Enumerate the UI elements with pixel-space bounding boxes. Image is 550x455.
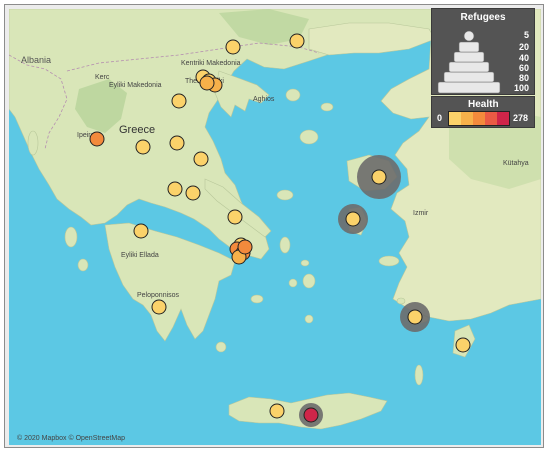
label-eyliki-ellada: Eyliki Ellada — [121, 252, 159, 259]
legend-refugees-swatch — [437, 81, 501, 94]
marker-ioannina[interactable] — [89, 131, 105, 147]
legend-refugees-swatch — [443, 71, 495, 83]
health-dot[interactable] — [455, 337, 471, 353]
legend-health-swatch — [473, 112, 485, 125]
label-athos: Aghios — [253, 96, 275, 103]
label-greece: Greece — [119, 124, 155, 136]
health-dot[interactable] — [89, 131, 105, 147]
health-dot[interactable] — [303, 407, 319, 423]
land-naxos — [302, 273, 316, 289]
legend-health: Health 0 278 — [431, 96, 535, 128]
land-kythira — [215, 341, 227, 353]
marker-heraklion[interactable] — [299, 403, 323, 427]
label-kentriki-makedonia: Kentriki Makedonia — [181, 60, 241, 67]
health-dot[interactable] — [269, 403, 285, 419]
land-mykonos — [300, 259, 310, 267]
health-dot[interactable] — [225, 39, 241, 55]
land-milos — [250, 294, 264, 304]
land-karpathos — [414, 364, 424, 386]
legend-refugees-swatch — [458, 41, 480, 53]
marker-samos-kos[interactable] — [400, 302, 430, 332]
legend-health-swatch — [449, 112, 461, 125]
label-kerc: Kerc — [95, 74, 110, 81]
legend-health-swatch — [461, 112, 473, 125]
health-dot[interactable] — [345, 211, 361, 227]
health-dot[interactable] — [407, 309, 423, 325]
land-limnos — [299, 129, 319, 145]
land-zakynthos — [77, 258, 89, 272]
marker-kalamata[interactable] — [151, 299, 167, 315]
legend-refugees-value: 5 — [523, 30, 529, 40]
marker-volos[interactable] — [167, 181, 183, 197]
land-samothrace — [320, 102, 334, 112]
health-dot[interactable] — [289, 33, 305, 49]
legend-health-max: 278 — [512, 113, 528, 123]
land-samos — [378, 255, 400, 267]
legend-refugees-value: 80 — [518, 73, 529, 83]
health-dot[interactable] — [171, 93, 187, 109]
health-dot[interactable] — [371, 169, 387, 185]
legend-refugees-swatch — [448, 61, 490, 73]
land-andros — [279, 236, 291, 254]
land-kefalonia — [64, 226, 78, 248]
land-kalymnos — [396, 297, 406, 305]
marker-larissa-west[interactable] — [135, 139, 151, 155]
marker-lesvos[interactable] — [357, 155, 401, 199]
health-dot[interactable] — [227, 209, 243, 225]
marker-rhodes[interactable] — [455, 337, 471, 353]
legend-refugees-value: 100 — [513, 83, 529, 93]
health-dot[interactable] — [199, 75, 215, 91]
marker-messolonghi[interactable] — [227, 209, 243, 225]
legend-refugees-value: 40 — [518, 53, 529, 63]
health-dot[interactable] — [185, 185, 201, 201]
label-eyliki-makedonia: Eyliki Makedonia — [109, 82, 162, 89]
marker-kozani[interactable] — [169, 135, 185, 151]
legend-health-swatch — [485, 112, 497, 125]
health-dot[interactable] — [169, 135, 185, 151]
health-dot[interactable] — [133, 223, 149, 239]
health-dot[interactable] — [193, 151, 209, 167]
health-dot[interactable] — [237, 239, 253, 255]
marker-chios[interactable] — [338, 204, 368, 234]
label-peloponnisos: Peloponnisos — [137, 292, 180, 299]
land-skyros — [276, 189, 294, 201]
label-kutahya: Kütahya — [503, 160, 529, 167]
legend-refugees-swatch — [463, 30, 475, 42]
legend-refugees-value: 60 — [518, 63, 529, 73]
legend-health-gradient — [448, 111, 510, 126]
land-santorini — [304, 314, 314, 324]
health-dot[interactable] — [151, 299, 167, 315]
marker-lamia[interactable] — [133, 223, 149, 239]
land-corfu — [27, 130, 39, 156]
label-albania: Albania — [21, 55, 51, 65]
legend-refugees: Refugees 5 20 40 60 80 100 — [431, 8, 535, 95]
legend-health-min: 0 — [437, 113, 443, 123]
marker-kilkis[interactable] — [171, 93, 187, 109]
map-attribution[interactable]: © 2020 Mapbox © OpenStreetMap — [17, 435, 125, 442]
land-paros — [288, 278, 298, 288]
legend-refugees-value: 20 — [518, 42, 529, 52]
legend-refugees-swatch — [453, 51, 485, 63]
marker-thessaloniki-north[interactable] — [289, 33, 305, 49]
legend-health-swatch — [497, 112, 509, 125]
marker-serres-2[interactable] — [199, 75, 215, 91]
marker-trikala[interactable] — [185, 185, 201, 201]
health-dot[interactable] — [167, 181, 183, 197]
legend-health-title: Health — [468, 99, 499, 110]
label-izmir: Izmir — [413, 210, 429, 217]
marker-athens-4[interactable] — [237, 239, 253, 255]
marker-chania[interactable] — [269, 403, 285, 419]
health-dot[interactable] — [135, 139, 151, 155]
land-thasos — [285, 88, 301, 102]
marker-larissa[interactable] — [193, 151, 209, 167]
marker-kastoria[interactable] — [225, 39, 241, 55]
